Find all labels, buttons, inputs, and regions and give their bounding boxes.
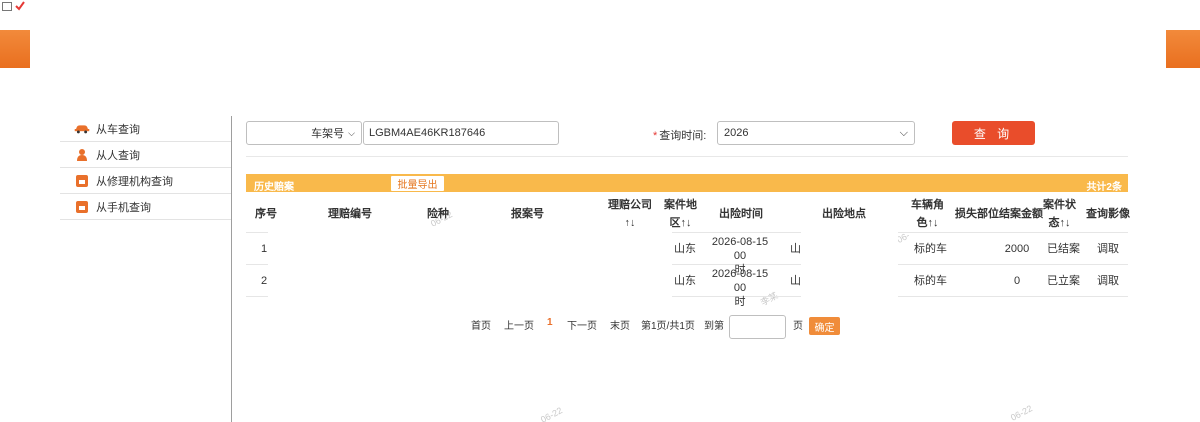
confirm-button[interactable]: 确定: [809, 317, 840, 335]
col-status-label: 案件状: [1043, 199, 1076, 211]
current-page[interactable]: 1: [547, 317, 553, 328]
batch-export-button[interactable]: 批量导出: [391, 176, 444, 191]
sidebar-item-label: 从修理机构查询: [96, 175, 173, 188]
retrieve-image-link[interactable]: 调取: [1097, 274, 1119, 288]
window-icon: [0, 0, 28, 14]
cell-place: 山: [790, 275, 801, 287]
sidebar: 从车查询 从人查询 从修理机构查询 从手机查询: [60, 116, 232, 422]
required-star: *: [653, 130, 658, 142]
retrieve-image-link[interactable]: 调取: [1097, 242, 1119, 256]
col-image: 查询影像: [1086, 208, 1130, 220]
cell-amount: 0: [1013, 275, 1021, 287]
col-place: 出险地点: [822, 208, 866, 220]
car-icon: [74, 122, 90, 136]
repair-shop-icon: [74, 174, 90, 188]
cell-amount: 2000: [1004, 243, 1030, 255]
col-role-label: 车辆角: [911, 199, 944, 211]
sidebar-item-repair-shop[interactable]: 从修理机构查询: [60, 168, 231, 194]
col-amount: 结案金额: [999, 208, 1043, 220]
next-page-link[interactable]: 下一页: [567, 317, 597, 332]
col-status[interactable]: 案件状 态↑↓: [1043, 196, 1076, 232]
sidebar-item-person[interactable]: 从人查询: [60, 142, 231, 168]
vin-input[interactable]: [363, 121, 559, 145]
sidebar-item-label: 从人查询: [96, 149, 140, 162]
cell-status: 已结案: [1047, 243, 1080, 255]
person-icon: [74, 148, 90, 162]
search-button[interactable]: 查 询: [952, 121, 1035, 145]
cell-seq: 2: [261, 275, 268, 287]
search-type-value: 车架号: [311, 128, 345, 140]
redacted-region: [268, 226, 672, 320]
query-time-select[interactable]: 2026 ⌵: [717, 121, 915, 145]
col-damage: 损失部位: [955, 208, 999, 220]
goto-label: 到第: [704, 321, 724, 332]
redacted-header-region: [30, 0, 1166, 116]
col-role-sort: 色↑↓: [916, 217, 939, 229]
col-company-label: 理赔公司: [608, 199, 652, 211]
page-info: 第1页/共1页: [641, 321, 695, 332]
first-page-link[interactable]: 首页: [471, 317, 491, 332]
sidebar-item-vehicle[interactable]: 从车查询: [60, 116, 231, 142]
phone-icon: [74, 200, 90, 214]
col-role[interactable]: 车辆角 色↑↓: [911, 196, 944, 232]
cell-place: 山: [790, 243, 801, 255]
last-page-link[interactable]: 末页: [610, 317, 630, 332]
redacted-region: [801, 226, 898, 318]
watermark: 06-22: [1009, 403, 1035, 422]
col-claim-no: 理赔编号: [328, 208, 372, 220]
cell-region: 山东: [674, 275, 696, 287]
query-time-value: 2026: [724, 127, 749, 139]
col-report-no: 报案号: [511, 208, 544, 220]
page-unit-label: 页: [793, 321, 803, 332]
cell-time: 2026-08-15 00 时: [711, 268, 769, 308]
col-time: 出险时间: [719, 208, 763, 220]
chevron-down-icon: ⌵: [348, 127, 355, 138]
sidebar-item-phone[interactable]: 从手机查询: [60, 194, 231, 220]
query-time-label: * 查询时间:: [653, 130, 707, 142]
watermark: 06-22: [539, 405, 565, 422]
table-title-bar: 历史赔案 批量导出 共计2条: [246, 174, 1128, 193]
cell-status: 已立案: [1047, 275, 1080, 287]
col-status-sort: 态↑↓: [1048, 217, 1071, 229]
page-number-input[interactable]: [729, 315, 786, 339]
total-count: 共计2条: [1086, 182, 1122, 193]
header-banner-right: [1166, 30, 1200, 68]
sidebar-item-label: 从车查询: [96, 123, 140, 136]
prev-page-link[interactable]: 上一页: [504, 317, 534, 332]
cell-region: 山东: [674, 243, 696, 255]
chevron-down-icon: ⌵: [899, 126, 908, 139]
search-type-select[interactable]: 车架号 ⌵: [246, 121, 362, 145]
cell-role: 标的车: [914, 275, 947, 287]
sidebar-item-label: 从手机查询: [96, 201, 151, 214]
cell-seq: 1: [261, 243, 268, 255]
col-insurance: 险种: [427, 208, 449, 220]
divider: [246, 156, 1128, 157]
header-banner-left: [0, 30, 30, 68]
col-seq: 序号: [255, 208, 277, 220]
table-title: 历史赔案: [254, 182, 294, 193]
col-region-label: 案件地: [664, 199, 697, 211]
cell-role: 标的车: [914, 243, 947, 255]
